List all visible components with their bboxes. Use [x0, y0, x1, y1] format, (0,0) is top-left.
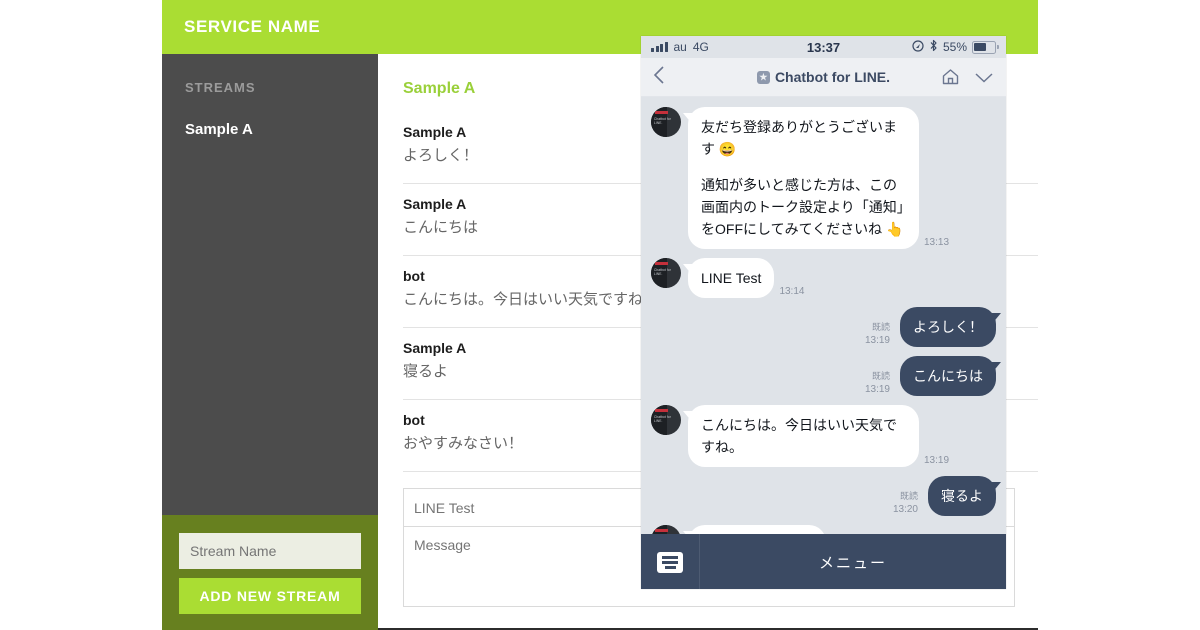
bubble-group: 既読 13:19 よろしく！: [865, 307, 996, 347]
avatar: Chatbot for LINE.: [651, 525, 681, 534]
star-badge-icon: ★: [756, 70, 770, 84]
chat-row-outgoing: 既読 13:19 よろしく！: [651, 307, 996, 347]
bubble-group: 友だち登録ありがとうございます 😄 通知が多いと感じた方は、この画面内のトーク設…: [688, 107, 949, 249]
chat-row-incoming: Chatbot for LINE. おやすみなさい！ 13:20: [651, 525, 996, 534]
read-receipt: 既読: [871, 322, 890, 332]
stream-name-input[interactable]: [179, 533, 361, 569]
battery-percent-label: 55%: [942, 40, 967, 54]
read-receipt: 既読: [899, 491, 918, 501]
chat-bubble: おやすみなさい！: [688, 525, 826, 534]
avatar: Chatbot for LINE.: [651, 258, 681, 288]
message-time: 13:19: [864, 335, 890, 346]
avatar: Chatbot for LINE.: [651, 107, 681, 137]
home-icon[interactable]: [941, 68, 960, 86]
avatar-label: Chatbot for LINE.: [654, 117, 671, 125]
message-meta: 既読 13:19: [865, 370, 890, 396]
chat-bubble: こんにちは: [900, 356, 996, 396]
bubble-line: 通知が多いと感じた方は、この画面内のトーク設定より「通知」をOFFにしてみてくだ…: [701, 177, 904, 237]
chat-row-incoming: Chatbot for LINE. LINE Test 13:14: [651, 258, 996, 298]
location-icon: [912, 39, 924, 55]
bubble-group: こんにちは。今日はいい天気ですね。 13:19: [688, 405, 949, 467]
battery-icon: [972, 40, 999, 54]
status-bar-right: 55%: [912, 39, 999, 55]
message-meta: 既読 13:20: [893, 490, 918, 516]
sidebar-section-label-streams: STREAMS: [185, 80, 256, 95]
bluetooth-icon: [929, 39, 938, 55]
chat-bubble: こんにちは。今日はいい天気ですね。: [688, 405, 919, 467]
chat-bubble: LINE Test: [688, 258, 775, 298]
chat-row-outgoing: 既読 13:19 こんにちは: [651, 356, 996, 396]
message-time: 13:19: [924, 455, 950, 466]
phone-bottom-bar: メニュー: [641, 534, 1006, 589]
phone-chat-body: Chatbot for LINE. 友だち登録ありがとうございます 😄 通知が多…: [641, 97, 1006, 534]
chevron-left-icon[interactable]: [653, 65, 665, 89]
avatar-label: Chatbot for LINE.: [654, 268, 671, 276]
bubble-line: 友だち登録ありがとうございます 😄: [701, 119, 897, 157]
keyboard-icon: [657, 551, 683, 573]
bubble-group: 既読 13:20 寝るよ: [893, 476, 996, 516]
chat-title: Chatbot for LINE.: [774, 69, 891, 85]
bubble-group: 既読 13:19 こんにちは: [865, 356, 996, 396]
chat-row-outgoing: 既読 13:20 寝るよ: [651, 476, 996, 516]
menu-button[interactable]: メニュー: [700, 552, 1006, 573]
read-receipt: 既読: [871, 371, 890, 381]
message-time: 13:20: [892, 504, 918, 515]
phone-status-bar: au 4G 13:37 55%: [641, 36, 1006, 58]
phone-chat-header: ★ Chatbot for LINE.: [641, 58, 1006, 97]
chat-row-incoming: Chatbot for LINE. こんにちは。今日はいい天気ですね。 13:1…: [651, 405, 996, 467]
add-stream-form: ADD NEW STREAM: [162, 515, 378, 630]
sidebar-stream-list: Sample A: [162, 95, 378, 142]
bubble-group: LINE Test 13:14: [688, 258, 804, 298]
keyboard-button[interactable]: [641, 534, 700, 589]
chat-bubble: 寝るよ: [928, 476, 996, 516]
sidebar-item-sample-a[interactable]: Sample A: [162, 117, 378, 142]
message-time: 13:14: [779, 286, 805, 297]
phone-preview: au 4G 13:37 55% ★ Chatbot for LINE. Chat…: [641, 36, 1006, 589]
message-time: 13:19: [864, 384, 890, 395]
add-new-stream-button[interactable]: ADD NEW STREAM: [179, 578, 361, 614]
chevron-down-icon[interactable]: [974, 71, 994, 84]
sidebar: STREAMS Sample A ADD NEW STREAM: [162, 54, 378, 630]
screenshot-root: SERVICE NAME STREAMS Sample A ADD NEW ST…: [0, 0, 1200, 630]
chat-bubble: 友だち登録ありがとうございます 😄 通知が多いと感じた方は、この画面内のトーク設…: [688, 107, 919, 249]
avatar: Chatbot for LINE.: [651, 405, 681, 435]
chat-bubble: よろしく！: [900, 307, 996, 347]
bubble-group: おやすみなさい！ 13:20: [688, 525, 856, 534]
avatar-label: Chatbot for LINE.: [654, 415, 671, 423]
page-title: SERVICE NAME: [184, 17, 321, 36]
chat-header-actions: [941, 68, 994, 86]
chat-row-incoming: Chatbot for LINE. 友だち登録ありがとうございます 😄 通知が多…: [651, 107, 996, 249]
message-time: 13:13: [924, 237, 950, 248]
message-meta: 既読 13:19: [865, 321, 890, 347]
